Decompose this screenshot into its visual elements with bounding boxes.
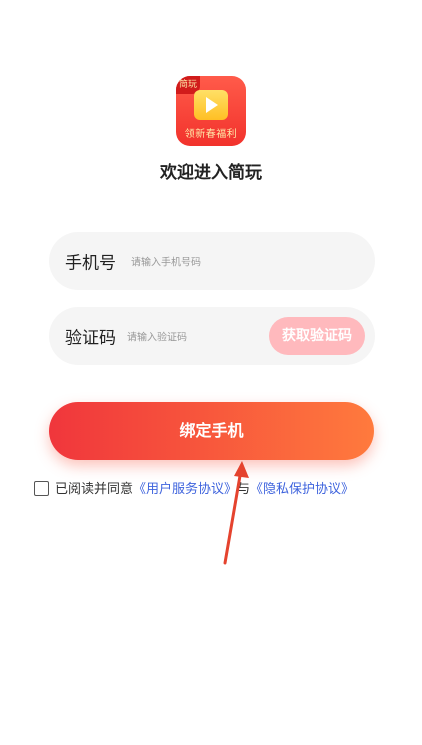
logo-caption: 领新春福利: [184, 129, 238, 140]
agreement-joiner: 与: [237, 482, 251, 497]
phone-label: 手机号: [65, 253, 116, 274]
code-placeholder: 请输入验证码: [127, 332, 187, 344]
agreement-row: 已阅读并同意《用户服务协议》与《隐私保护协议》: [34, 478, 354, 497]
privacy-agreement-link[interactable]: 《隐私保护协议》: [250, 482, 354, 497]
bind-phone-button[interactable]: 绑定手机: [49, 402, 374, 460]
code-label: 验证码: [65, 328, 116, 349]
welcome-title: 欢迎进入简玩: [160, 163, 262, 183]
user-agreement-link[interactable]: 《用户服务协议》: [133, 482, 237, 497]
phone-input[interactable]: 手机号 请输入手机号码: [49, 232, 375, 290]
agreement-checkbox[interactable]: [34, 481, 49, 496]
phone-placeholder: 请输入手机号码: [131, 257, 201, 269]
get-code-button[interactable]: 获取验证码: [269, 317, 365, 355]
verification-code-input[interactable]: 验证码 请输入验证码 获取验证码: [49, 307, 375, 365]
tv-play-icon: [194, 90, 228, 120]
agreement-prefix: 已阅读并同意: [55, 482, 134, 497]
app-logo: 简玩 领新春福利: [176, 76, 246, 146]
